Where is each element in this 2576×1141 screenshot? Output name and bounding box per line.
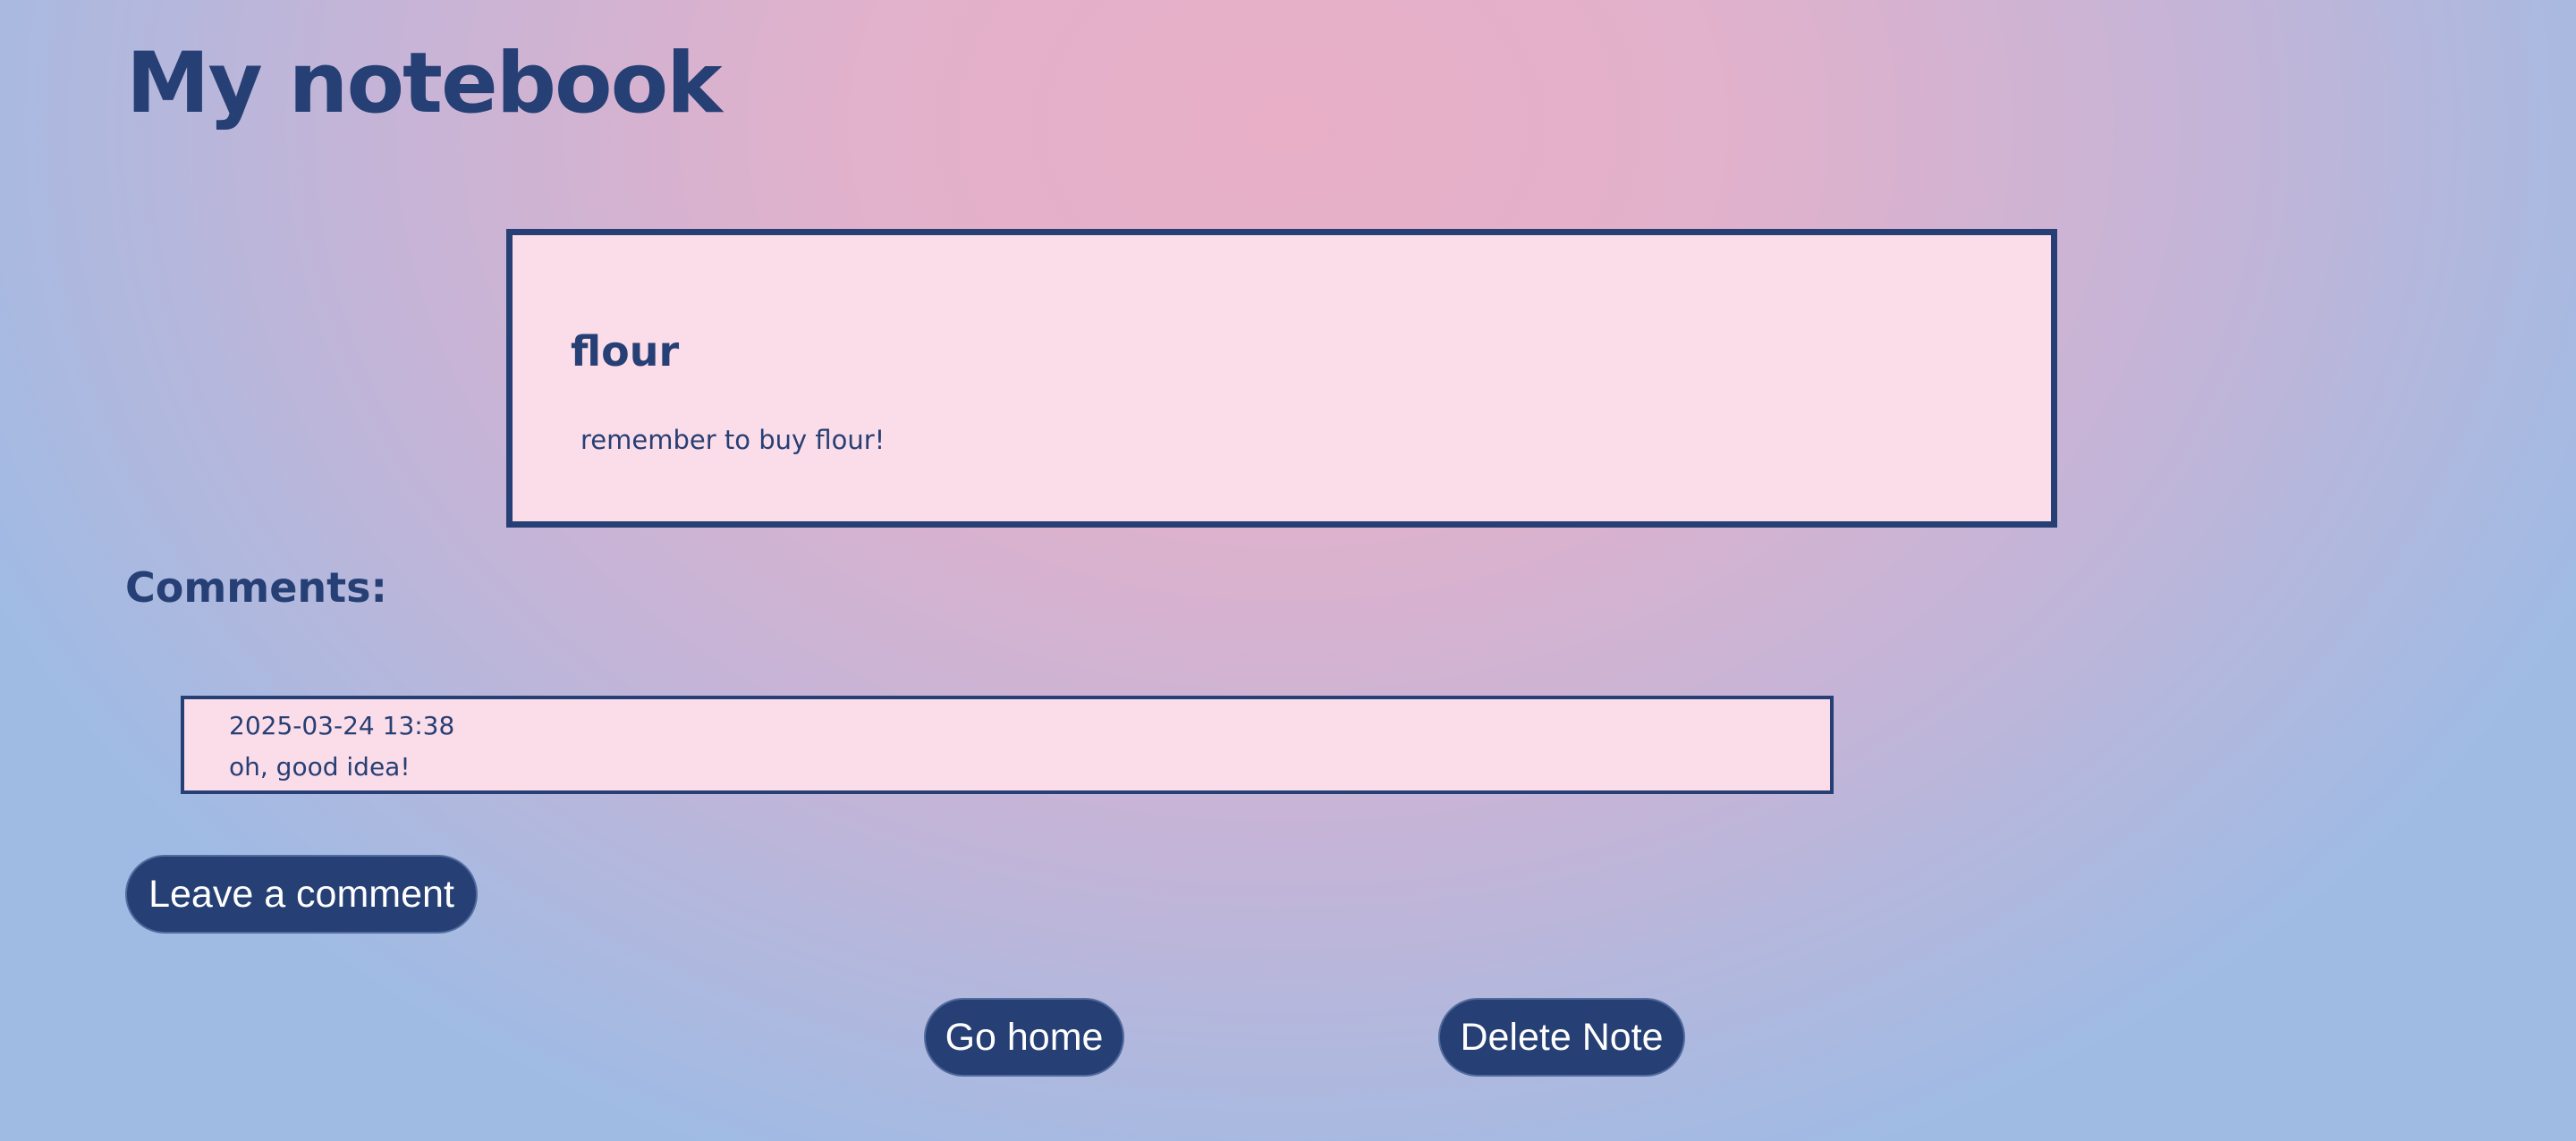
comment-timestamp: 2025-03-24 13:38 — [229, 711, 455, 740]
comment-item: 2025-03-24 13:38 oh, good idea! — [181, 696, 1834, 794]
leave-comment-button[interactable]: Leave a comment — [125, 855, 478, 934]
note-title: flour — [571, 327, 680, 376]
page-title: My notebook — [126, 35, 723, 132]
note-card: flour remember to buy flour! — [506, 229, 2057, 528]
delete-note-button[interactable]: Delete Note — [1438, 998, 1685, 1077]
comment-text: oh, good idea! — [229, 752, 411, 782]
note-body: remember to buy flour! — [580, 425, 886, 455]
comments-heading: Comments: — [125, 563, 387, 612]
go-home-button[interactable]: Go home — [924, 998, 1124, 1077]
